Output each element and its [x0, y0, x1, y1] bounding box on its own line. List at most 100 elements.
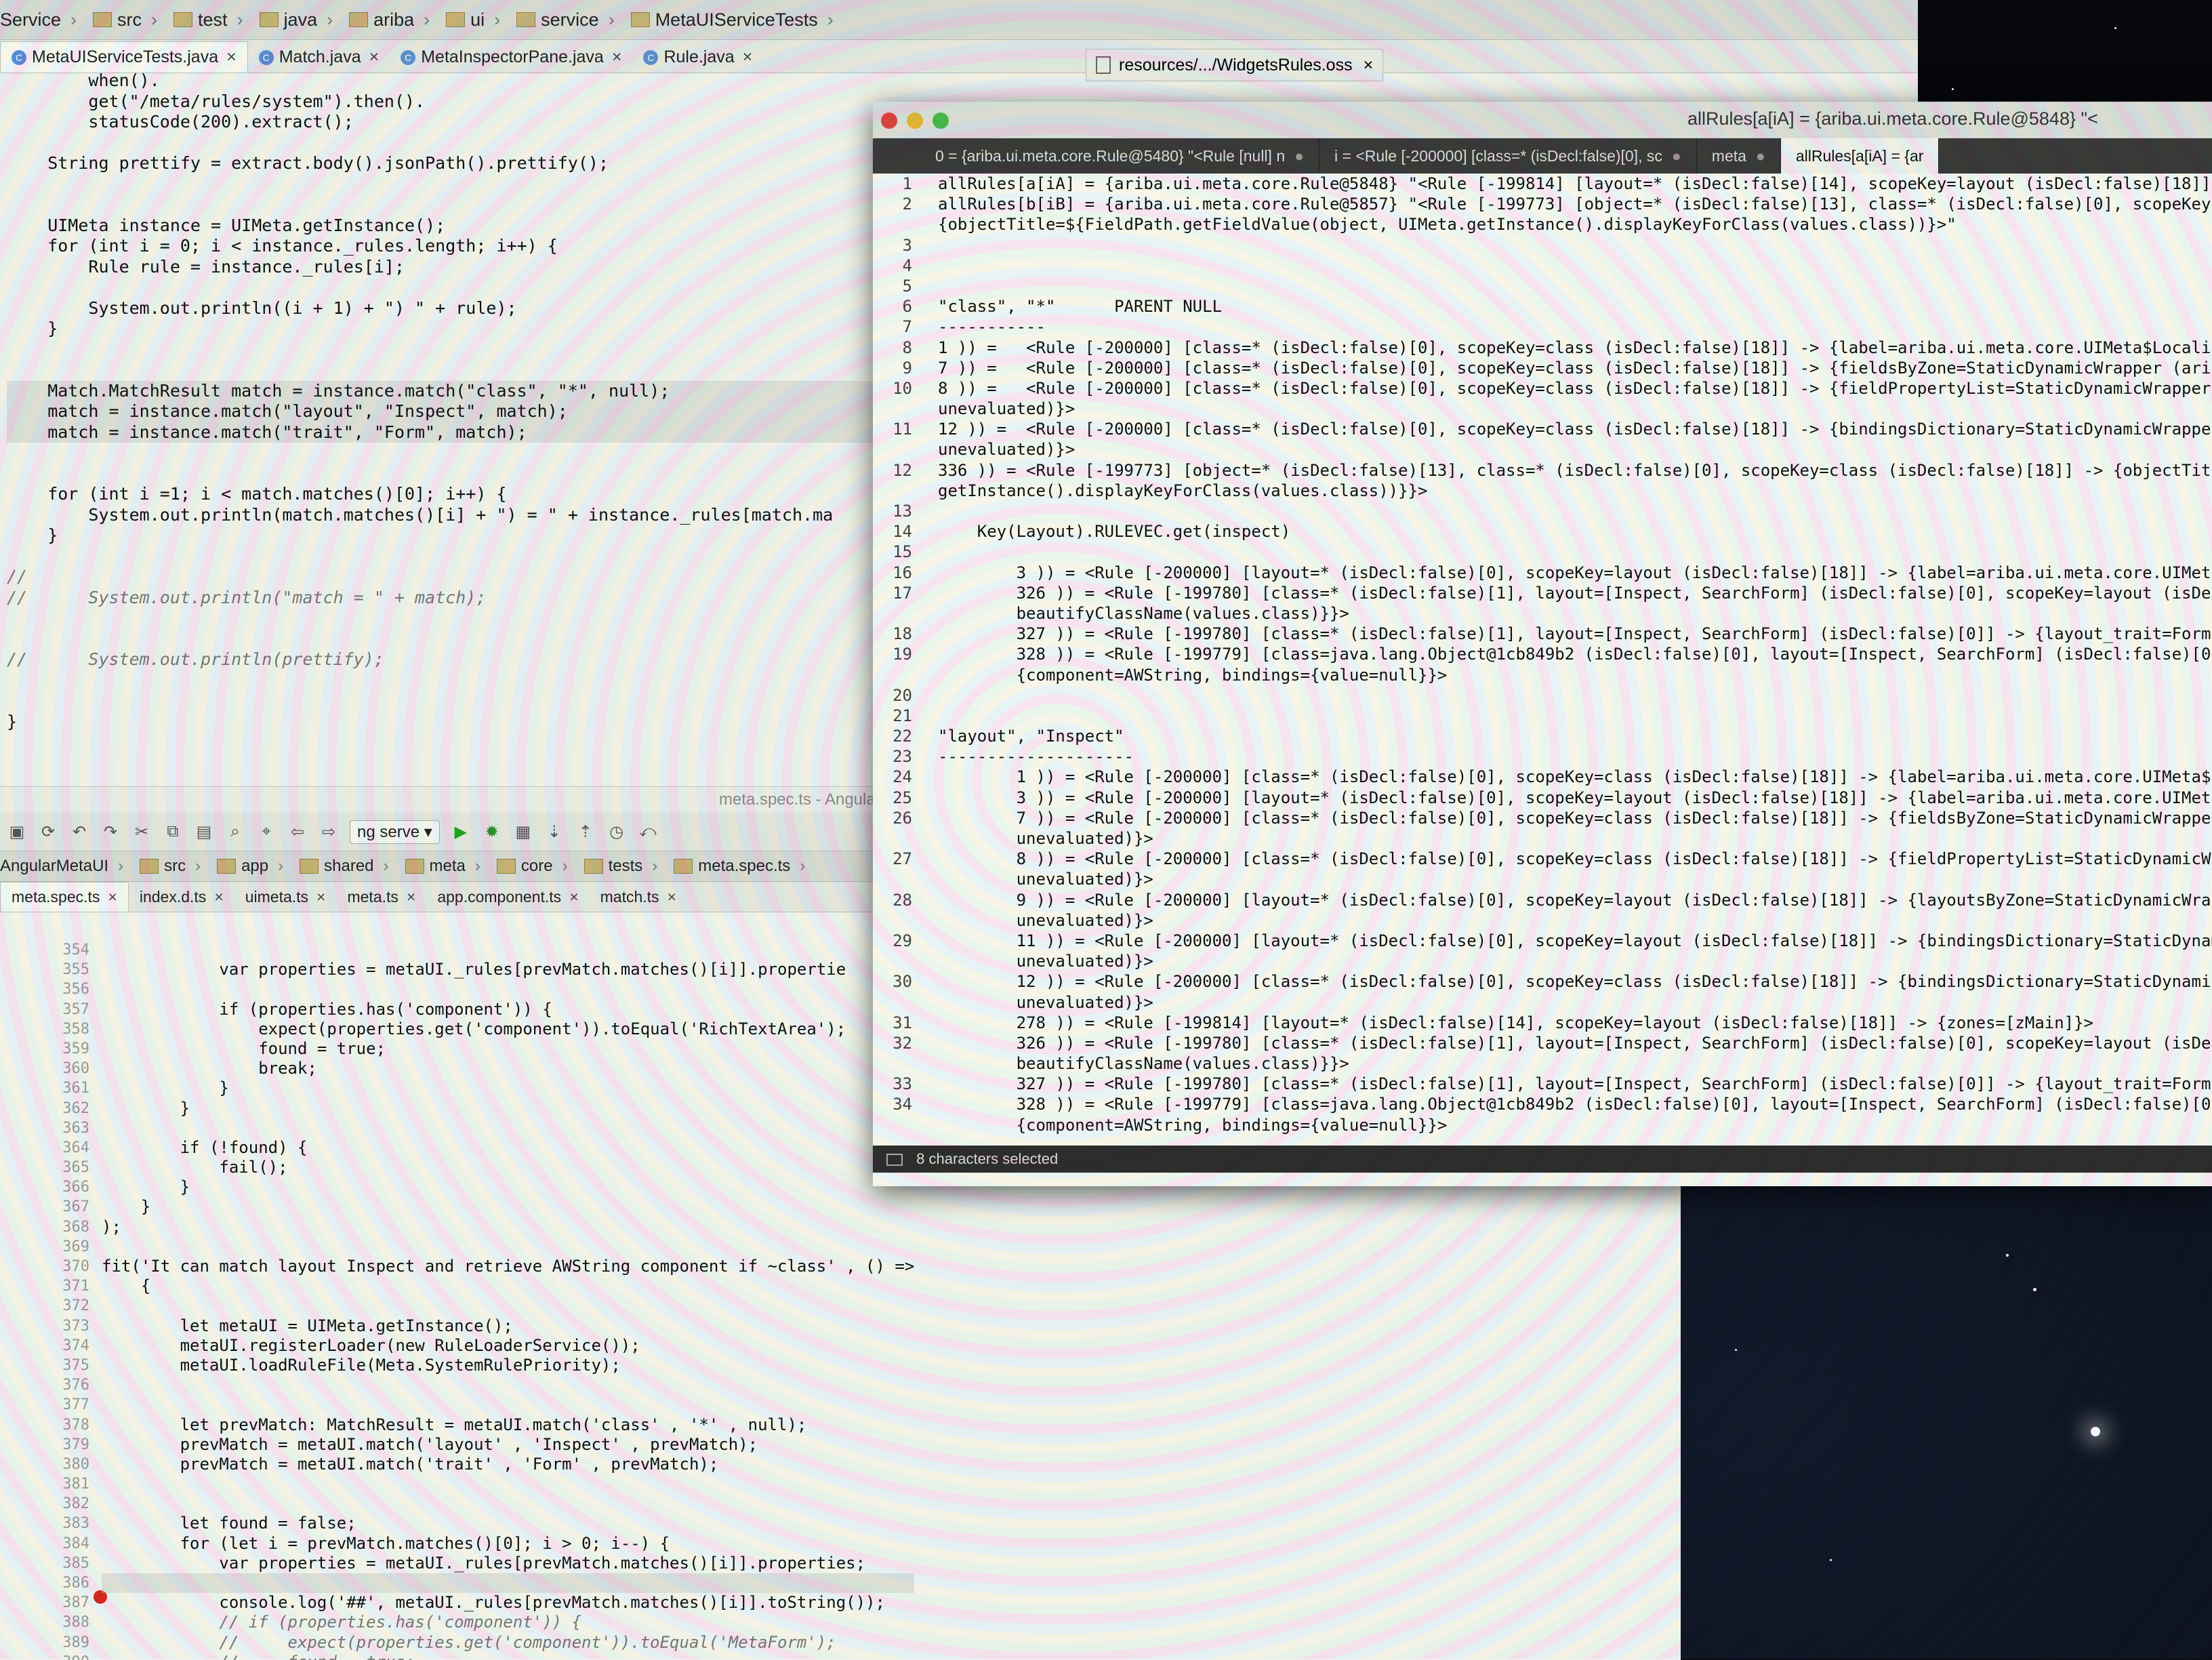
breadcrumb-item[interactable]: service ›: [510, 9, 624, 31]
close-window-button[interactable]: [881, 113, 897, 129]
breadcrumb-item[interactable]: meta.spec.ts ›: [667, 857, 815, 876]
editor-tab[interactable]: C MetaUIServiceTests.java ×: [0, 41, 248, 73]
viewer-tab[interactable]: meta ●: [1697, 138, 1781, 174]
line-number: 356: [62, 981, 89, 998]
line-number-gutter: 1 2 3 4 5 6 7 8 9 10 11 12 13 14 15 16 17 18 19 20 21 22 23 24 2…: [873, 174, 912, 1135]
line-number: 364: [62, 1139, 89, 1156]
breadcrumb-item[interactable]: meta ›: [398, 857, 490, 876]
sync-icon[interactable]: ⟳: [38, 822, 58, 842]
revert-icon[interactable]: ⤺: [638, 822, 658, 842]
star: [1952, 88, 1954, 90]
line-number: [873, 828, 912, 849]
code-line: for (int i =1; i < match.matches()[0]; i…: [7, 484, 507, 504]
editor-tab[interactable]: match.ts ×: [590, 888, 687, 912]
text-line: allRules[a[iA] = {ariba.ui.meta.core.Rul…: [938, 174, 2211, 193]
line-number: 13: [893, 502, 912, 521]
breadcrumb-item[interactable]: java ›: [253, 9, 343, 31]
vcs-update-icon[interactable]: ⇣: [544, 822, 565, 842]
tab-label: MetaInspectorPane.java: [421, 47, 604, 66]
text-line: [938, 706, 2212, 726]
redo-icon[interactable]: ↷: [100, 822, 121, 842]
line-number: 355: [62, 961, 89, 979]
paste-icon[interactable]: ▤: [194, 822, 214, 842]
java-code-editor[interactable]: when(). get("/meta/rules/system").then()…: [0, 70, 888, 732]
line-number: 361: [62, 1080, 89, 1097]
breadcrumb-item[interactable]: ui ›: [439, 9, 510, 31]
find-icon[interactable]: ⌕: [225, 822, 245, 842]
close-icon[interactable]: ×: [316, 888, 325, 906]
line-number: 8: [902, 338, 912, 357]
breadcrumb-item[interactable]: tests ›: [577, 857, 668, 876]
typescript-code-editor[interactable]: var properties = metaUI._rules[prevMatch…: [102, 940, 915, 1660]
tab-widgets-rules[interactable]: resources/.../WidgetsRules.oss ×: [1086, 49, 1384, 81]
copy-icon[interactable]: ⧉: [163, 822, 183, 842]
close-icon[interactable]: ×: [569, 888, 578, 906]
text-line: [938, 501, 2212, 521]
close-icon[interactable]: ×: [369, 47, 380, 67]
coverage-icon[interactable]: ▦: [513, 822, 533, 842]
text-line: 327 )) = <Rule [-199780] [class=* (isDec…: [938, 624, 2212, 644]
modified-dot-icon: ●: [1294, 146, 1305, 165]
folder-icon: [446, 12, 466, 27]
code-line: var properties = metaUI._rules[prevMatch…: [102, 1553, 866, 1573]
save-icon[interactable]: ▣: [7, 822, 27, 842]
close-icon[interactable]: ×: [108, 888, 117, 906]
close-icon[interactable]: ×: [743, 47, 753, 67]
replace-icon[interactable]: ⌖: [256, 822, 276, 842]
line-number: 7: [902, 317, 912, 337]
cut-icon[interactable]: ✂: [131, 822, 152, 842]
close-icon[interactable]: ×: [226, 47, 237, 67]
text-line: 3 )) = <Rule [-200000] [layout=* (isDecl…: [938, 563, 2212, 582]
breadcrumb-item[interactable]: Service ›: [0, 9, 86, 31]
zoom-window-button[interactable]: [933, 113, 949, 129]
viewer-tab[interactable]: 0 = {ariba.ui.meta.core.Rule@5480} "<Rul…: [920, 138, 1320, 174]
editor-tab[interactable]: C Rule.java ×: [632, 47, 763, 73]
breadcrumb-label: MetaUIServiceTests: [655, 9, 818, 30]
viewer-text[interactable]: allRules[a[iA] = {ariba.ui.meta.core.Rul…: [938, 174, 2212, 1135]
breadcrumb-item[interactable]: src ›: [86, 9, 167, 31]
editor-tab[interactable]: uimeta.ts ×: [234, 888, 337, 912]
tab-label: Match.java: [279, 47, 361, 66]
minimize-window-button[interactable]: [907, 113, 923, 129]
line-number: 377: [62, 1396, 89, 1414]
forward-icon[interactable]: ⇨: [319, 822, 339, 842]
folder-icon: [259, 12, 279, 27]
text-line: [938, 235, 2212, 256]
editor-tab[interactable]: C MetaInspectorPane.java ×: [390, 47, 632, 73]
close-icon[interactable]: ×: [668, 888, 676, 906]
close-icon[interactable]: ×: [214, 888, 223, 906]
close-icon[interactable]: ×: [1364, 56, 1374, 75]
breadcrumb-item[interactable]: app ›: [210, 857, 293, 876]
editor-tab[interactable]: app.component.ts ×: [426, 888, 589, 912]
code-line: expect(properties.get('component')).toEq…: [102, 1019, 846, 1038]
line-number: 363: [62, 1119, 89, 1137]
breadcrumb-item[interactable]: shared ›: [293, 857, 398, 876]
vcs-commit-icon[interactable]: ⇡: [575, 822, 596, 842]
line-number: 23: [893, 747, 912, 767]
breadcrumb-item[interactable]: MetaUIServiceTests ›: [624, 9, 843, 31]
text-line: 328 )) = <Rule [-199779] [class=java.lan…: [938, 1095, 2212, 1114]
code-line: let metaUI = UIMeta.getInstance();: [102, 1316, 513, 1335]
breadcrumb-item[interactable]: test ›: [167, 9, 253, 31]
tab-label: app.component.ts: [437, 888, 562, 906]
close-icon[interactable]: ×: [612, 47, 622, 67]
editor-tab[interactable]: C Match.java ×: [248, 47, 390, 73]
breadcrumb-item[interactable]: src ›: [133, 857, 210, 876]
chevron-right-icon: ›: [494, 9, 501, 30]
back-icon[interactable]: ⇦: [287, 822, 308, 842]
editor-tab[interactable]: meta.ts ×: [336, 888, 426, 912]
editor-tab[interactable]: index.d.ts ×: [129, 888, 234, 912]
chevron-right-icon: ›: [327, 9, 333, 30]
run-icon[interactable]: ▶: [451, 822, 471, 842]
history-icon[interactable]: ◷: [607, 822, 627, 842]
viewer-tab[interactable]: i = <Rule [-200000] [class=* (isDecl:fal…: [1319, 138, 1697, 174]
undo-icon[interactable]: ↶: [69, 822, 89, 842]
breadcrumb-item[interactable]: AngularMetaUI ›: [0, 857, 133, 876]
debug-icon[interactable]: ✹: [482, 822, 502, 842]
run-config-select[interactable]: ng serve ▾: [350, 819, 440, 844]
breadcrumb-item[interactable]: core ›: [490, 857, 577, 876]
editor-tab[interactable]: meta.spec.ts ×: [0, 882, 129, 912]
breadcrumb-item[interactable]: ariba ›: [342, 9, 439, 31]
viewer-tab[interactable]: allRules[a[iA] = {ar: [1780, 138, 1940, 174]
close-icon[interactable]: ×: [407, 888, 415, 906]
